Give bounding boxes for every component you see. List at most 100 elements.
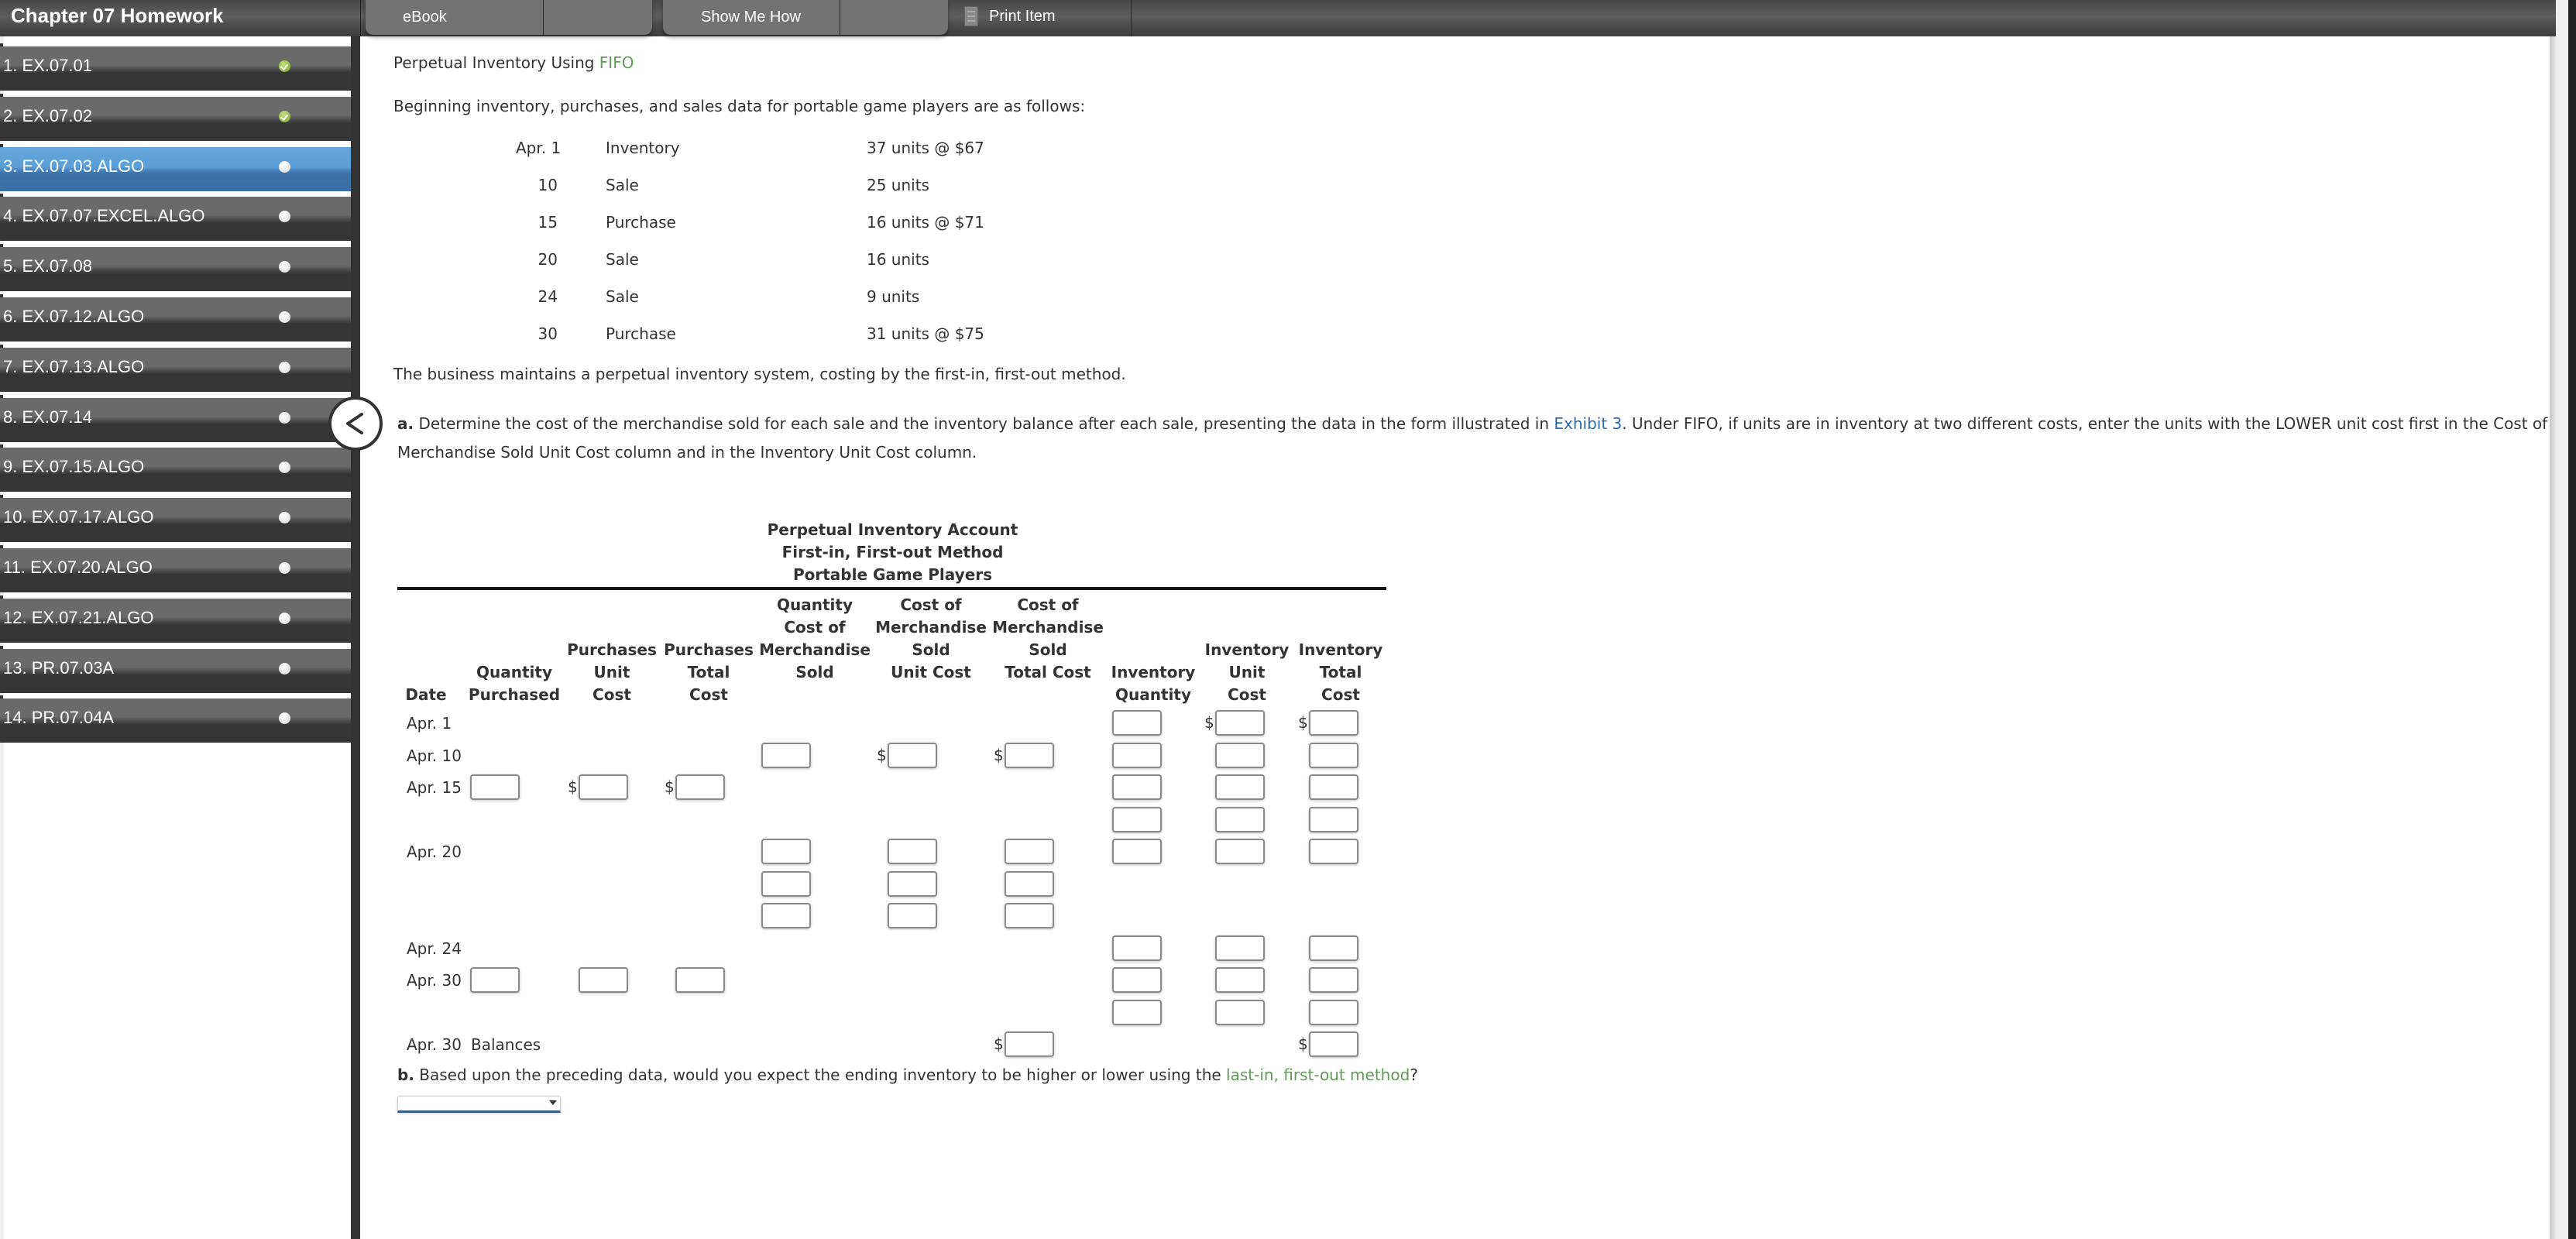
- sidebar-item-marker: [0, 695, 3, 699]
- tab-ebook[interactable]: eBook: [403, 0, 447, 35]
- cogs-quantity-input[interactable]: [761, 870, 811, 897]
- sidebar-item-label: 6. EX.07.12.ALGO: [3, 307, 145, 326]
- cogs-balance-input[interactable]: [1005, 1031, 1054, 1057]
- inventory-balance-input[interactable]: [1309, 1031, 1358, 1057]
- sidebar-item[interactable]: 8. EX.07.14: [0, 397, 351, 442]
- transaction-type: Purchase: [606, 324, 676, 343]
- inventory-unit-cost-input[interactable]: [1215, 774, 1265, 800]
- inventory-total-cost-input[interactable]: [1309, 967, 1358, 993]
- quantity-purchased-input[interactable]: [470, 774, 520, 800]
- inventory-unit-cost-input[interactable]: [1215, 935, 1265, 961]
- inventory-total-cost-input[interactable]: [1309, 839, 1358, 864]
- purchases-unit-cost-input[interactable]: [579, 967, 628, 993]
- inventory-unit-cost-input[interactable]: [1215, 710, 1265, 736]
- problem-title-text: Perpetual Inventory Using: [393, 53, 599, 72]
- tab-show-me-how[interactable]: Show Me How: [701, 0, 801, 35]
- sidebar-item-marker: [0, 495, 3, 499]
- inventory-quantity-input[interactable]: [1112, 999, 1162, 1025]
- sidebar-item-marker: [0, 545, 3, 548]
- inventory-quantity-input[interactable]: [1112, 967, 1162, 993]
- inventory-unit-cost-input[interactable]: [1215, 742, 1265, 768]
- inventory-quantity-input[interactable]: [1112, 774, 1162, 800]
- sidebar-item[interactable]: 12. EX.07.21.ALGO: [0, 598, 351, 643]
- purchases-unit-cost-input[interactable]: [579, 774, 628, 800]
- sidebar-item[interactable]: 9. EX.07.15.ALGO: [0, 448, 351, 493]
- cogs-unit-cost-input[interactable]: [888, 742, 937, 768]
- problem-title: Perpetual Inventory Using FIFO: [393, 53, 634, 72]
- sidebar-item[interactable]: 7. EX.07.13.ALGO: [0, 347, 351, 392]
- sidebar-item[interactable]: 6. EX.07.12.ALGO: [0, 297, 351, 341]
- status-dot-icon: [279, 311, 290, 323]
- cogs-quantity-input[interactable]: [761, 742, 811, 768]
- sidebar-item-marker: [0, 394, 3, 398]
- part-a-label: a.: [397, 414, 414, 433]
- inventory-quantity-input[interactable]: [1112, 742, 1162, 768]
- sidebar-item[interactable]: 5. EX.07.08: [0, 247, 351, 292]
- sidebar-item-label: 3. EX.07.03.ALGO: [3, 156, 145, 176]
- content-shadow: [2550, 36, 2556, 1239]
- sidebar-item[interactable]: 11. EX.07.20.ALGO: [0, 548, 351, 592]
- inventory-quantity-input[interactable]: [1112, 839, 1162, 864]
- sidebar-item-label: 11. EX.07.20.ALGO: [3, 558, 153, 577]
- sidebar-item[interactable]: 2. EX.07.02: [0, 96, 351, 141]
- sidebar-item-marker: [0, 143, 3, 147]
- header-line: Cost of: [1017, 595, 1079, 614]
- sidebar-item[interactable]: 13. PR.07.03A: [0, 648, 351, 693]
- header-line: Total: [1319, 663, 1362, 681]
- table-title-rule: [397, 587, 1386, 590]
- inventory-unit-cost-input[interactable]: [1215, 967, 1265, 993]
- sidebar-item[interactable]: 3. EX.07.03.ALGO: [0, 146, 351, 191]
- sidebar-item-label: 13. PR.07.03A: [3, 657, 115, 678]
- cogs-unit-cost-input[interactable]: [888, 903, 937, 928]
- cogs-unit-cost-input[interactable]: [888, 870, 937, 897]
- inventory-total-cost-input[interactable]: [1309, 774, 1358, 800]
- sidebar-item[interactable]: 14. PR.07.04A: [0, 698, 351, 743]
- inventory-unit-cost-input[interactable]: [1215, 806, 1265, 832]
- inventory-total-cost-input[interactable]: [1309, 806, 1358, 832]
- sidebar-item[interactable]: 1. EX.07.01: [0, 46, 351, 91]
- cogs-quantity-input[interactable]: [761, 903, 811, 928]
- inventory-unit-cost-input[interactable]: [1215, 839, 1265, 864]
- inventory-total-cost-input[interactable]: [1309, 935, 1358, 961]
- cogs-total-cost-input[interactable]: [1005, 742, 1054, 768]
- transaction-type: Sale: [606, 176, 639, 194]
- ebook-tab-group: eBook: [366, 0, 652, 35]
- cogs-total-cost-input[interactable]: [1005, 870, 1054, 897]
- inventory-quantity-input[interactable]: [1112, 806, 1162, 832]
- cogs-total-cost-input[interactable]: [1005, 839, 1054, 864]
- inventory-quantity-input[interactable]: [1112, 710, 1162, 736]
- fifo-link[interactable]: FIFO: [599, 53, 634, 72]
- cogs-quantity-input[interactable]: [761, 839, 811, 864]
- sidebar-item-label: 5. EX.07.08: [3, 256, 92, 276]
- higher-lower-dropdown[interactable]: [397, 1096, 561, 1113]
- print-item-button[interactable]: Print Item: [964, 5, 1056, 28]
- sidebar-item[interactable]: 4. EX.07.07.EXCEL.ALGO: [0, 197, 351, 242]
- table-title-3: Portable Game Players: [792, 565, 993, 584]
- sidebar-item-marker: [0, 645, 3, 649]
- inventory-total-cost-input[interactable]: [1309, 742, 1358, 768]
- cogs-total-cost-input[interactable]: [1005, 903, 1054, 928]
- balances-label: Balances: [471, 1035, 541, 1054]
- sidebar-item-label: 9. EX.07.15.ALGO: [3, 457, 145, 477]
- inventory-quantity-input[interactable]: [1112, 935, 1162, 961]
- transaction-detail: 16 units: [867, 250, 929, 269]
- purchases-total-cost-input[interactable]: [675, 774, 725, 800]
- sidebar-item-label: 2. EX.07.02: [3, 105, 92, 125]
- problem-content: Perpetual Inventory Using FIFO Beginning…: [361, 36, 2550, 1239]
- inventory-total-cost-input[interactable]: [1309, 999, 1358, 1025]
- header-inventory-total-cost: Inventory Total Cost: [1279, 639, 1403, 706]
- lifo-link[interactable]: last-in, first-out method: [1226, 1066, 1410, 1084]
- sidebar-item[interactable]: 10. EX.07.17.ALGO: [0, 498, 351, 543]
- inventory-unit-cost-input[interactable]: [1215, 999, 1265, 1025]
- transaction-type: Purchase: [606, 213, 676, 232]
- cogs-unit-cost-input[interactable]: [888, 839, 937, 864]
- header-cogs-quantity: Quantity Cost of Merchandise Sold: [753, 594, 877, 684]
- quantity-purchased-input[interactable]: [470, 967, 520, 993]
- inventory-total-cost-input[interactable]: [1309, 710, 1358, 736]
- status-dot-icon: [279, 261, 290, 273]
- currency-symbol: $: [1204, 713, 1214, 732]
- exhibit-3-link[interactable]: Exhibit 3: [1554, 414, 1622, 433]
- window-edge: [2556, 0, 2568, 1239]
- transaction-detail: 37 units @ $67: [867, 139, 984, 157]
- purchases-total-cost-input[interactable]: [675, 967, 725, 993]
